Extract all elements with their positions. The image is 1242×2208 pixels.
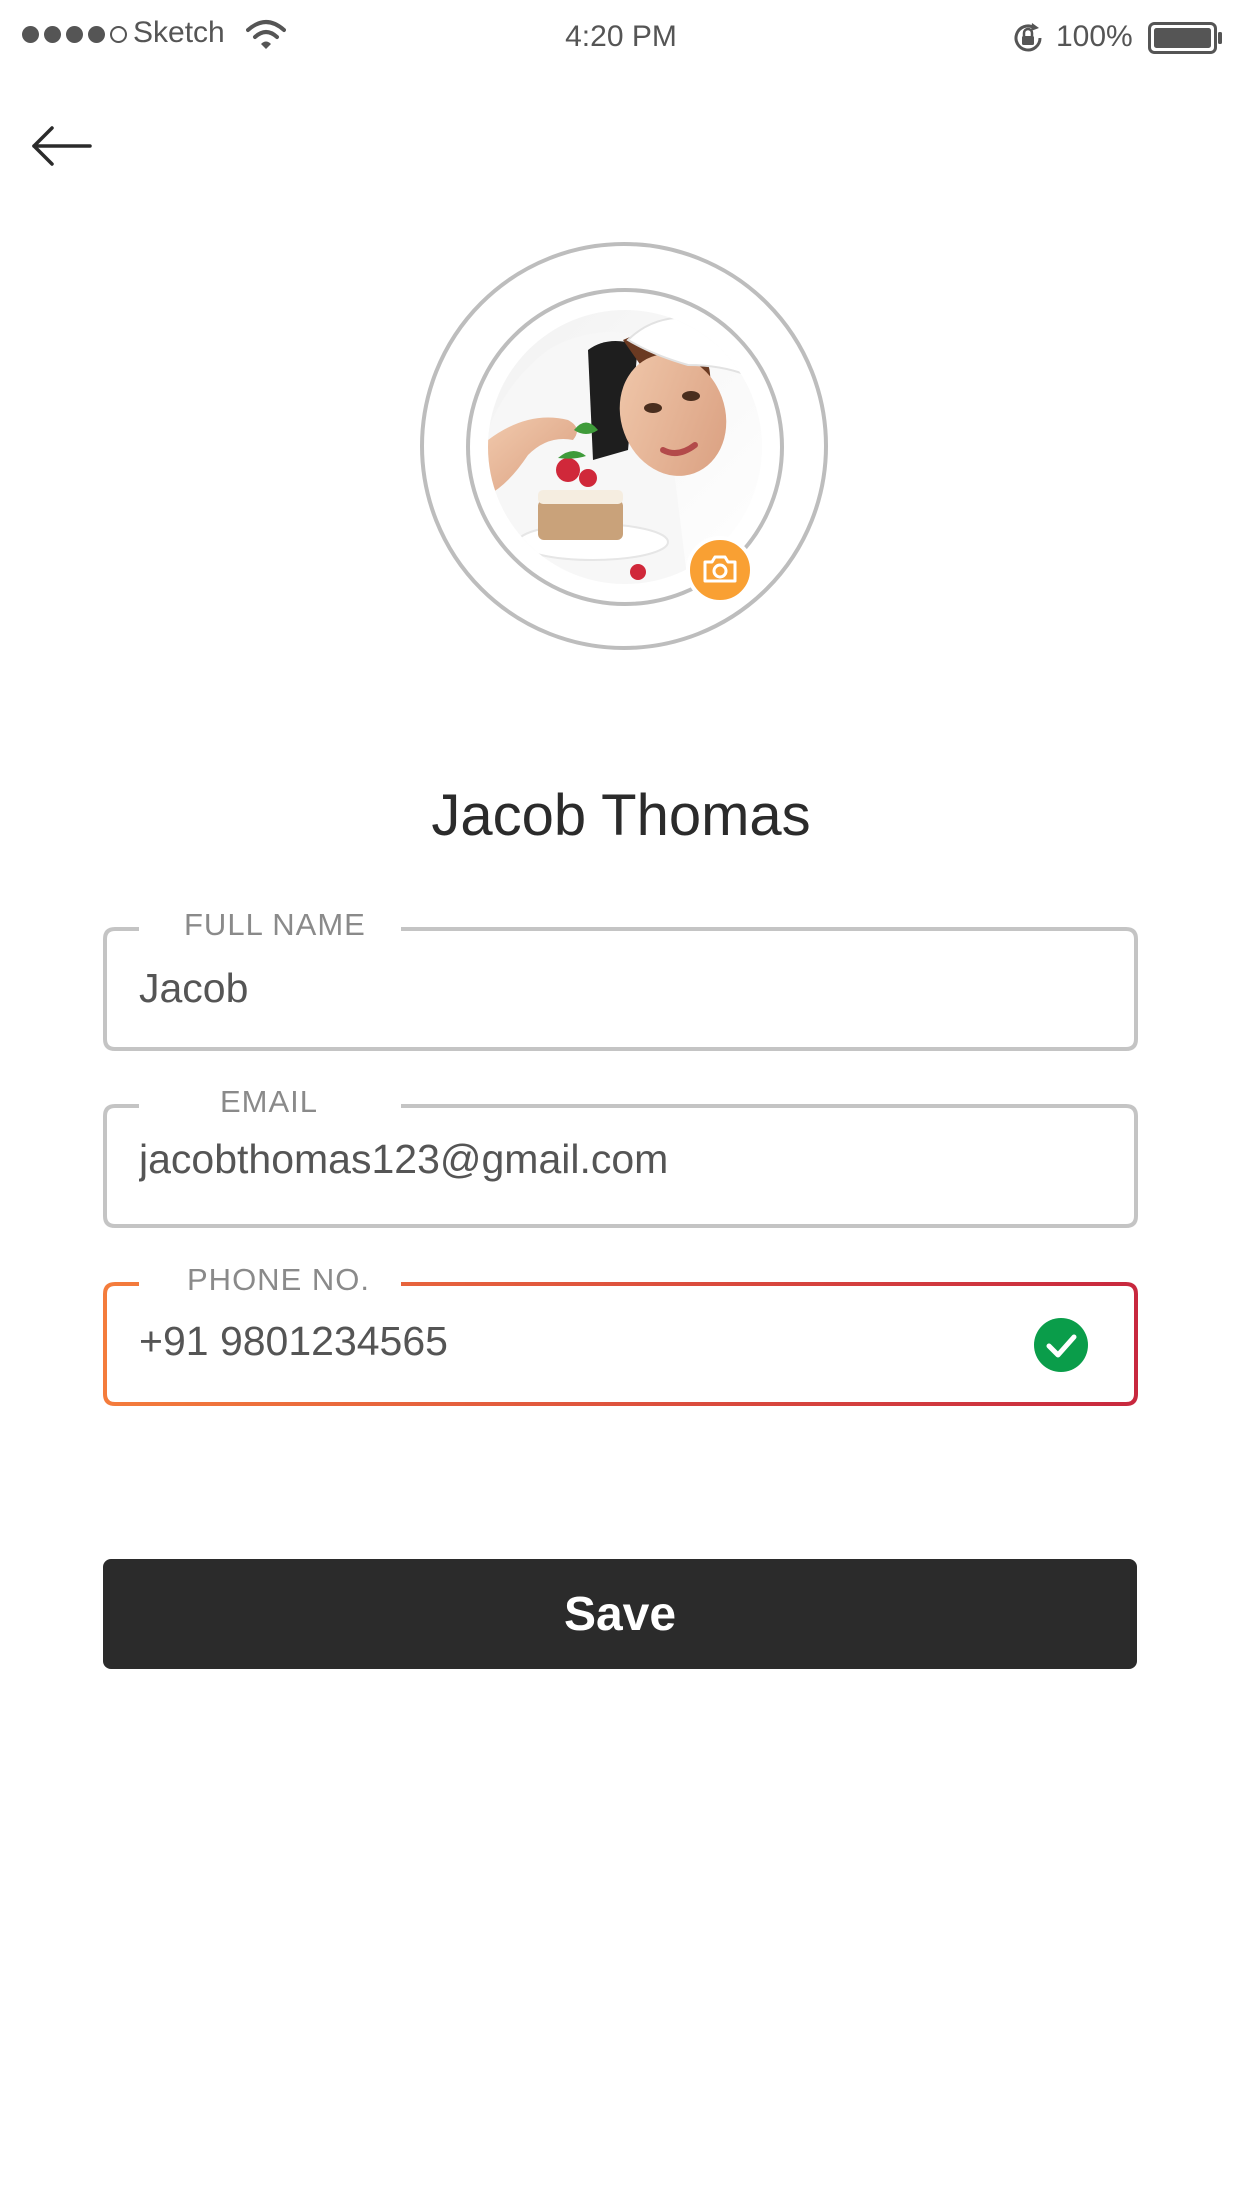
email-field[interactable]: EMAIL [103, 1084, 1138, 1228]
profile-display-name: Jacob Thomas [431, 783, 811, 848]
email-input[interactable] [139, 1136, 1039, 1183]
check-circle-icon [1034, 1318, 1088, 1372]
phone-input[interactable] [139, 1318, 1039, 1365]
back-arrow-icon[interactable] [28, 118, 100, 174]
full-name-input[interactable] [139, 965, 1039, 1012]
battery-icon [1148, 22, 1222, 54]
full-name-field[interactable]: FULL NAME [103, 907, 1138, 1051]
full-name-label: FULL NAME [184, 907, 366, 942]
save-button[interactable]: Save [103, 1559, 1137, 1669]
phone-field[interactable]: PHONE NO. [103, 1262, 1138, 1406]
rotation-lock-icon [1014, 23, 1042, 52]
change-photo-button[interactable] [686, 536, 754, 604]
phone-label: PHONE NO. [187, 1262, 370, 1297]
camera-icon [703, 555, 737, 583]
email-label: EMAIL [220, 1084, 319, 1119]
status-bar: Sketch 4:20 PM 100% [0, 0, 1242, 72]
battery-percentage: 100% [1056, 20, 1133, 53]
